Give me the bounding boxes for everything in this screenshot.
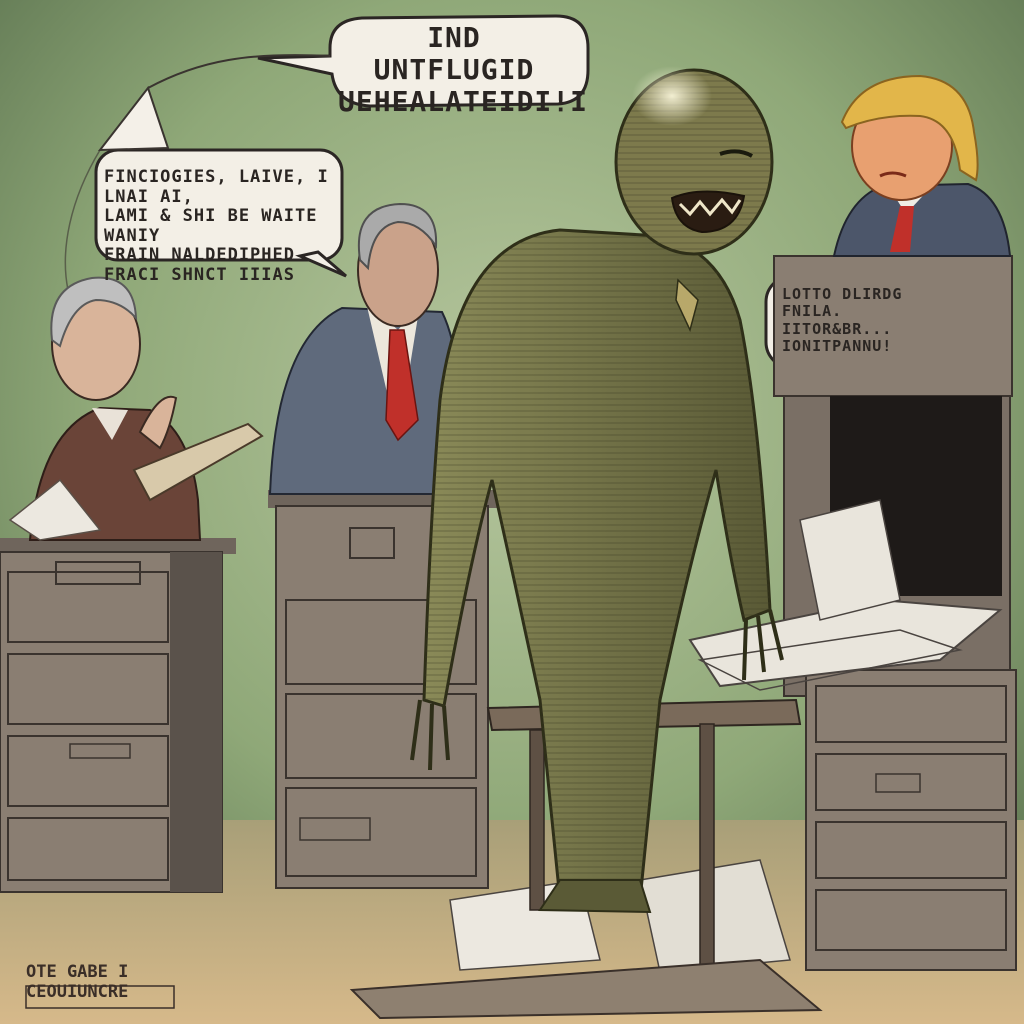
cartoon-illustration [0, 0, 1024, 1024]
speech-bubble-left-text: FINCIOGIES, LAIVE, I LNAI AI, LAMI & SHI… [104, 167, 329, 285]
cartoon-canvas: IND UNTFLUGID UEHEALATEIDI!I FINCIOGIES,… [0, 0, 1024, 1024]
speech-bubble-right-text: LOTTO DLIRDG FNILA. IITOR&BR... IONITPAN… [782, 285, 903, 355]
left-file-cabinet [0, 538, 236, 893]
artist-signature: OTE GABE I CEOUIUNCRE [26, 962, 129, 1003]
speech-bubble-top-text: IND UNTFLUGID UEHEALATEIDI!I [338, 21, 589, 119]
